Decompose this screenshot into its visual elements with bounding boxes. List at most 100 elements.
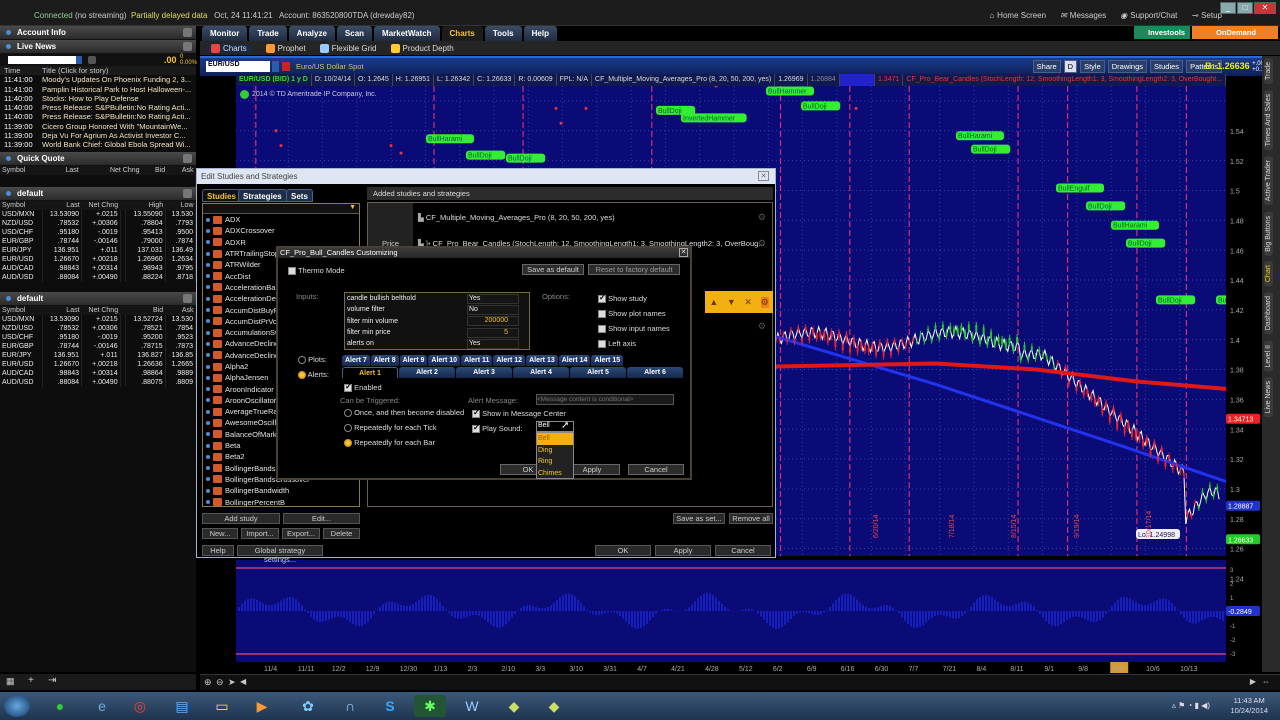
side-tab-live-news[interactable]: Live News (1264, 377, 1273, 418)
price-axis[interactable]: 1.54 1.52 1.5 1.48 1.46 1.44 1.42 1.4 1.38 1.36 1.… (1226, 86, 1262, 662)
news-item[interactable]: 11:39:00 Cicero Group Honored With "Mount… (0, 122, 196, 131)
watchlist-row[interactable]: EUR/USD 1.26670 +.00218 1.26636 1.2665 (0, 359, 197, 369)
support-chat-link[interactable]: ◉ Support/Chat (1120, 11, 1177, 20)
menu-icon[interactable] (183, 28, 192, 37)
pattern-label[interactable]: BullHarami (956, 131, 1004, 141)
study-list-item[interactable]: ADX (203, 214, 359, 225)
trigger-radio[interactable]: Repeatedly for each Bar (344, 438, 435, 448)
pattern-label[interactable]: BullDoji (506, 153, 546, 163)
reset-factory-default-button[interactable]: Reset to factory default (588, 264, 680, 275)
add-study-button[interactable]: Add study (202, 513, 280, 524)
tab-studies[interactable]: Studies (202, 189, 241, 202)
drawings-button[interactable]: Drawings (1107, 60, 1148, 73)
news-item[interactable]: 11:39:00 World Bank Chief: Global Ebola S… (0, 140, 196, 149)
setup-link[interactable]: ⊸ Setup (1191, 11, 1222, 20)
input-row[interactable]: candle bullish belthold Yes (345, 293, 529, 304)
tab-alert[interactable]: Alert 3 (456, 367, 512, 378)
dropdown-icon[interactable] (76, 56, 82, 64)
tab-alert[interactable]: Alert 15 (591, 355, 624, 366)
watchlist-row[interactable]: USD/CHF .95180 -.0019.95200.9523 (0, 332, 197, 342)
show-in-message-center-checkbox[interactable]: Show in Message Center (472, 408, 566, 419)
thermo-mode-checkbox[interactable]: Thermo Mode (288, 266, 345, 276)
trigger-radio[interactable]: Once, and then become disabled (344, 408, 464, 418)
tab-alert[interactable]: Alert 11 (461, 355, 493, 366)
chrome-icon[interactable]: ◎ (124, 695, 156, 717)
lower-indicator-pane[interactable] (236, 560, 1226, 662)
tab-marketwatch[interactable]: MarketWatch (374, 26, 440, 41)
pattern-label[interactable]: BullDoji (466, 150, 506, 160)
input-row[interactable]: filter min volume 200000 (345, 316, 529, 327)
tab-alert[interactable]: Alert 10 (428, 355, 461, 366)
input-value[interactable]: Yes (467, 338, 519, 349)
investools-button[interactable]: Investools (1134, 26, 1190, 39)
side-tab-trade[interactable]: Trade (1264, 58, 1273, 85)
app-icon[interactable]: ◆ (498, 695, 530, 717)
ondemand-button[interactable]: OnDemand (1192, 26, 1278, 39)
recorder-icon[interactable]: ◆ (538, 695, 570, 717)
close-dialog-button[interactable]: ✕ (758, 171, 769, 181)
tab-trade[interactable]: Trade (249, 26, 287, 41)
input-value[interactable]: No (467, 304, 519, 315)
tab-alert[interactable]: Alert 9 (399, 355, 428, 366)
study-filter-dropdown[interactable] (203, 204, 359, 214)
time-axis[interactable]: 11/4 11/11 12/2 12/9 12/30 1/13 2/3 2/10 3/3 3/10… (236, 662, 1226, 674)
tab-monitor[interactable]: Monitor (202, 26, 248, 41)
app-flower-icon[interactable]: ✿ (292, 695, 324, 717)
input-row[interactable]: volume filter No (345, 304, 529, 315)
export-button[interactable]: Export... (282, 528, 320, 539)
gear-icon[interactable]: ⚙ (758, 321, 766, 332)
pattern-label[interactable]: BullDoji (1156, 295, 1196, 305)
news-item[interactable]: 11:40:00 Press Release: S&PBulletin:No Ra… (0, 103, 196, 112)
symbol-dropdown-icon[interactable] (272, 61, 279, 72)
watchlist-row[interactable]: AUD/USD .88084 +.00490.88224.8718 (0, 272, 197, 282)
gear-icon[interactable] (88, 56, 96, 64)
side-tab-chart[interactable]: Chart (1264, 261, 1273, 287)
sound-option[interactable]: Ding (537, 445, 573, 457)
gear-icon[interactable]: ⚙ (758, 238, 766, 249)
plots-radio[interactable]: Plots: (298, 355, 327, 365)
expand-time-icon[interactable]: ⇔ (1262, 677, 1270, 686)
input-value[interactable]: 5 (467, 327, 519, 338)
side-tab-big-buttons[interactable]: Big Buttons (1264, 211, 1273, 256)
input-value[interactable]: Yes (467, 293, 519, 304)
tab-tools[interactable]: Tools (484, 26, 522, 41)
side-tab-dashboard[interactable]: Dashboard (1264, 292, 1273, 335)
gear-icon[interactable]: ⚙ (758, 212, 766, 223)
maximize-button[interactable]: □ (1237, 2, 1253, 14)
spotify-icon[interactable]: ● (44, 695, 76, 717)
tab-alert[interactable]: Alert 5 (570, 367, 626, 378)
share-button[interactable]: Share (1032, 60, 1061, 73)
media-player-icon[interactable]: ▶ (246, 695, 278, 717)
tab-alert[interactable]: Alert 14 (558, 355, 591, 366)
added-study-item[interactable]: ▙ CF_Multiple_Moving_Averages_Pro (8, 20… (418, 213, 615, 222)
watchlist-row[interactable]: EUR/JPY 136.951 +.011 137.031 136.49 (0, 245, 197, 255)
show-input-names-checkbox[interactable]: Show input names (598, 324, 670, 334)
subtab-prophet[interactable]: Prophet (265, 43, 306, 53)
sound-option[interactable]: Chimes (537, 468, 573, 480)
sound-option[interactable]: Bell (537, 433, 573, 445)
live-news-header[interactable]: Live News (0, 40, 196, 54)
sound-option[interactable]: Ring (537, 456, 573, 468)
pattern-label[interactable]: BullHammer (766, 86, 814, 96)
watchlist-header[interactable]: default (0, 291, 196, 306)
symbol-input[interactable]: EUR/USD (206, 61, 270, 72)
pattern-label[interactable]: BullHarami (426, 134, 474, 144)
tab-alert[interactable]: Alert 12 (493, 355, 526, 366)
trigger-radio[interactable]: Repeatedly for each Tick (344, 423, 437, 433)
menu-icon[interactable] (183, 42, 192, 51)
home-screen-link[interactable]: ⌂ Home Screen (989, 11, 1046, 20)
tab-alert[interactable]: Alert 13 (526, 355, 558, 366)
watchlist-header[interactable]: default (0, 186, 196, 201)
remove-all-button[interactable]: Remove all (729, 513, 773, 524)
messages-link[interactable]: ✉ Messages (1060, 11, 1106, 20)
move-down-icon[interactable]: ▼ (727, 297, 736, 307)
watchlist-row[interactable]: AUD/CAD .98843 +.00314.98864.9889 (0, 368, 197, 378)
tab-alert[interactable]: Alert 2 (399, 367, 455, 378)
quick-quote-header[interactable]: Quick Quote (0, 151, 196, 166)
tab-alert[interactable]: Alert 7 (342, 355, 370, 366)
side-tab-active-trader[interactable]: Active Trader (1264, 156, 1273, 206)
info-icon[interactable] (240, 90, 249, 99)
alerts-radio[interactable]: Alerts: (298, 370, 329, 380)
news-item[interactable]: 11:41:00 Pamplin Historical Park to Host … (0, 85, 196, 94)
tab-strategies[interactable]: Strategies (238, 189, 287, 202)
